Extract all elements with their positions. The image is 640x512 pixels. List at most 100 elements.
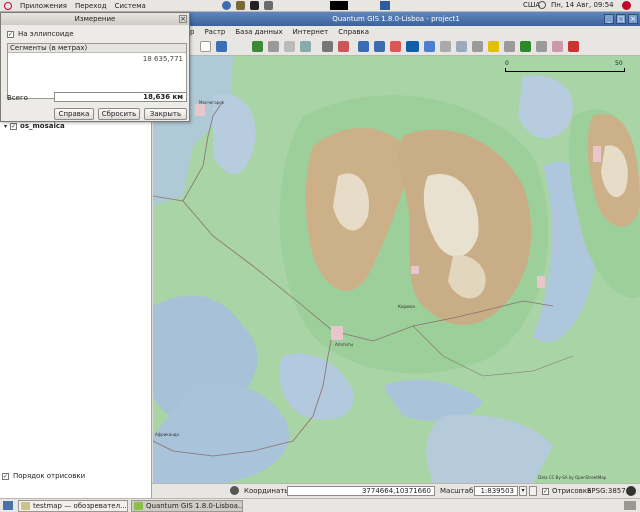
help-button[interactable]: Справка xyxy=(54,108,94,120)
menu-system[interactable]: Система xyxy=(115,2,146,10)
python-icon[interactable] xyxy=(552,41,563,52)
undo-icon[interactable] xyxy=(322,41,333,52)
task-file-browser-label: testmap — обозревател... xyxy=(33,502,127,510)
minimize-icon[interactable]: _ xyxy=(604,14,614,24)
crs-icon[interactable] xyxy=(626,486,636,496)
statusbar: Координаты: 3774664,10371660 Масштаб 1:8… xyxy=(152,483,640,498)
clock[interactable]: Пн, 14 Авг, 09:54 xyxy=(551,1,614,9)
map-canvas[interactable]: Мончегорск Кировск Апатиты Африканда Dat… xyxy=(153,56,640,483)
menu-applications[interactable]: Приложения xyxy=(20,2,67,10)
mail-icon[interactable] xyxy=(236,1,245,10)
coords-label: Координаты: xyxy=(244,487,293,495)
top-panel: Приложения Переход Система США Пн, 14 Ав… xyxy=(0,0,640,12)
render-checkbox[interactable]: ✓ xyxy=(542,488,549,495)
task-qgis[interactable]: Quantum GIS 1.8.0-Lisboa... xyxy=(131,500,243,512)
map-svg: Мончегорск Кировск Апатиты Африканда Dat… xyxy=(153,56,640,483)
ellipsoid-label: На эллипсоиде xyxy=(18,30,74,38)
select-icon[interactable] xyxy=(390,41,401,52)
new-project-icon[interactable] xyxy=(200,41,211,52)
menu-web[interactable]: Интернет xyxy=(293,28,329,36)
bookmark-icon[interactable] xyxy=(440,41,451,52)
coordinate-mode-icon[interactable] xyxy=(230,486,239,495)
close-button[interactable]: Закрыть xyxy=(144,108,187,120)
scale-label: Масштаб xyxy=(440,487,474,495)
annotation-icon[interactable] xyxy=(472,41,483,52)
scale-field[interactable]: 1:839503 xyxy=(474,486,518,496)
measure-dialog-title: Измерение xyxy=(74,15,116,23)
menu-help[interactable]: Справка xyxy=(338,28,369,36)
show-desktop-icon[interactable] xyxy=(3,501,13,510)
pan-icon[interactable] xyxy=(358,41,369,52)
menu-places[interactable]: Переход xyxy=(75,2,107,10)
monitor-icon[interactable] xyxy=(264,1,273,10)
dialog-close-icon[interactable]: × xyxy=(179,15,187,23)
map-tips-icon[interactable] xyxy=(406,41,419,52)
ellipsoid-checkbox[interactable]: ✓ xyxy=(7,30,14,38)
close-icon[interactable]: × xyxy=(628,14,638,24)
measure-dialog: Измерение × ✓ На эллипсоиде Сегменты (в … xyxy=(0,12,190,122)
qgis-icon xyxy=(134,502,143,510)
segments-list[interactable]: Сегменты (в метрах) 18 635,771 xyxy=(7,43,187,99)
debian-logo-icon[interactable] xyxy=(4,1,12,10)
segments-header: Сегменты (в метрах) xyxy=(8,44,186,53)
layer-visibility-checkbox[interactable]: ✓ xyxy=(10,122,18,130)
window-title: Quantum GIS 1.8.0-Lisboa - project1 xyxy=(332,15,460,23)
gps-icon[interactable] xyxy=(568,41,579,52)
plugin-yellow-icon[interactable] xyxy=(488,41,499,52)
task-file-browser[interactable]: testmap — обозревател... xyxy=(18,500,128,512)
collapse-icon[interactable]: ▾ xyxy=(4,123,7,130)
coords-field[interactable]: 3774664,10371660 xyxy=(287,486,435,496)
folder-icon xyxy=(21,502,30,510)
place-label-apatity: Апатиты xyxy=(335,342,353,347)
plugin-grey-icon[interactable] xyxy=(504,41,515,52)
menubar: р Растр База данных Интернет Справка xyxy=(152,26,640,38)
add-layer-icon[interactable] xyxy=(252,41,263,52)
measure-icon[interactable] xyxy=(424,41,435,52)
scale-label-start: 0 xyxy=(505,60,509,67)
menu-database[interactable]: База данных xyxy=(235,28,282,36)
menu-raster[interactable]: Растр xyxy=(204,28,225,36)
black-box-icon xyxy=(330,1,348,10)
node-tool-icon[interactable] xyxy=(300,41,311,52)
map-attribution: Data CC-By-SA by OpenStreetMap xyxy=(538,475,607,480)
render-label: Отрисовка xyxy=(552,487,592,495)
reset-button[interactable]: Сбросить xyxy=(98,108,140,120)
place-label-kirovsk: Кировск xyxy=(398,304,416,309)
network-icon[interactable] xyxy=(380,1,390,10)
window-titlebar[interactable]: Quantum GIS 1.8.0-Lisboa - project1 _ □ … xyxy=(152,12,640,26)
menu-layer[interactable]: р xyxy=(190,28,194,36)
epsg-label[interactable]: EPSG:3857 xyxy=(587,487,626,495)
browser-icon[interactable] xyxy=(222,1,231,10)
save-icon[interactable] xyxy=(216,41,227,52)
launchers xyxy=(222,1,273,10)
render-order-checkbox[interactable]: ✓ xyxy=(2,472,9,480)
identify-icon[interactable] xyxy=(374,41,385,52)
stop-render-icon[interactable] xyxy=(529,486,537,496)
render-order-row[interactable]: ✓ Порядок отрисовки xyxy=(2,472,85,480)
place-label-monchegorsk: Мончегорск xyxy=(199,100,225,105)
scale-dropdown-icon[interactable]: ▾ xyxy=(519,486,527,496)
total-label: Всего xyxy=(7,94,28,102)
maximize-icon[interactable]: □ xyxy=(616,14,626,24)
redo-icon[interactable] xyxy=(338,41,349,52)
volume-icon[interactable] xyxy=(538,1,546,9)
label-icon[interactable] xyxy=(456,41,467,52)
place-label-afrikanda: Африканда xyxy=(155,432,180,437)
terminal-icon[interactable] xyxy=(250,1,259,10)
segment-value: 18 635,771 xyxy=(142,55,183,63)
scale-bar-line xyxy=(505,68,625,72)
toolbar xyxy=(152,38,640,56)
pencil-icon[interactable] xyxy=(268,41,279,52)
plugin-green-icon[interactable] xyxy=(520,41,531,52)
layer-item[interactable]: ▾ ✓ os_mosaica xyxy=(4,122,65,130)
trash-icon[interactable] xyxy=(624,501,636,510)
measure-dialog-titlebar[interactable]: Измерение × xyxy=(1,13,189,25)
plugin-arrow-icon[interactable] xyxy=(536,41,547,52)
task-qgis-label: Quantum GIS 1.8.0-Lisboa... xyxy=(146,502,243,510)
taskbar: testmap — обозревател... Quantum GIS 1.8… xyxy=(0,498,640,512)
total-value: 18,636 км xyxy=(54,92,187,102)
power-icon[interactable] xyxy=(622,1,631,10)
render-order-label: Порядок отрисовки xyxy=(13,472,86,480)
edit-icon[interactable] xyxy=(284,41,295,52)
ellipsoid-row[interactable]: ✓ На эллипсоиде xyxy=(7,30,74,38)
